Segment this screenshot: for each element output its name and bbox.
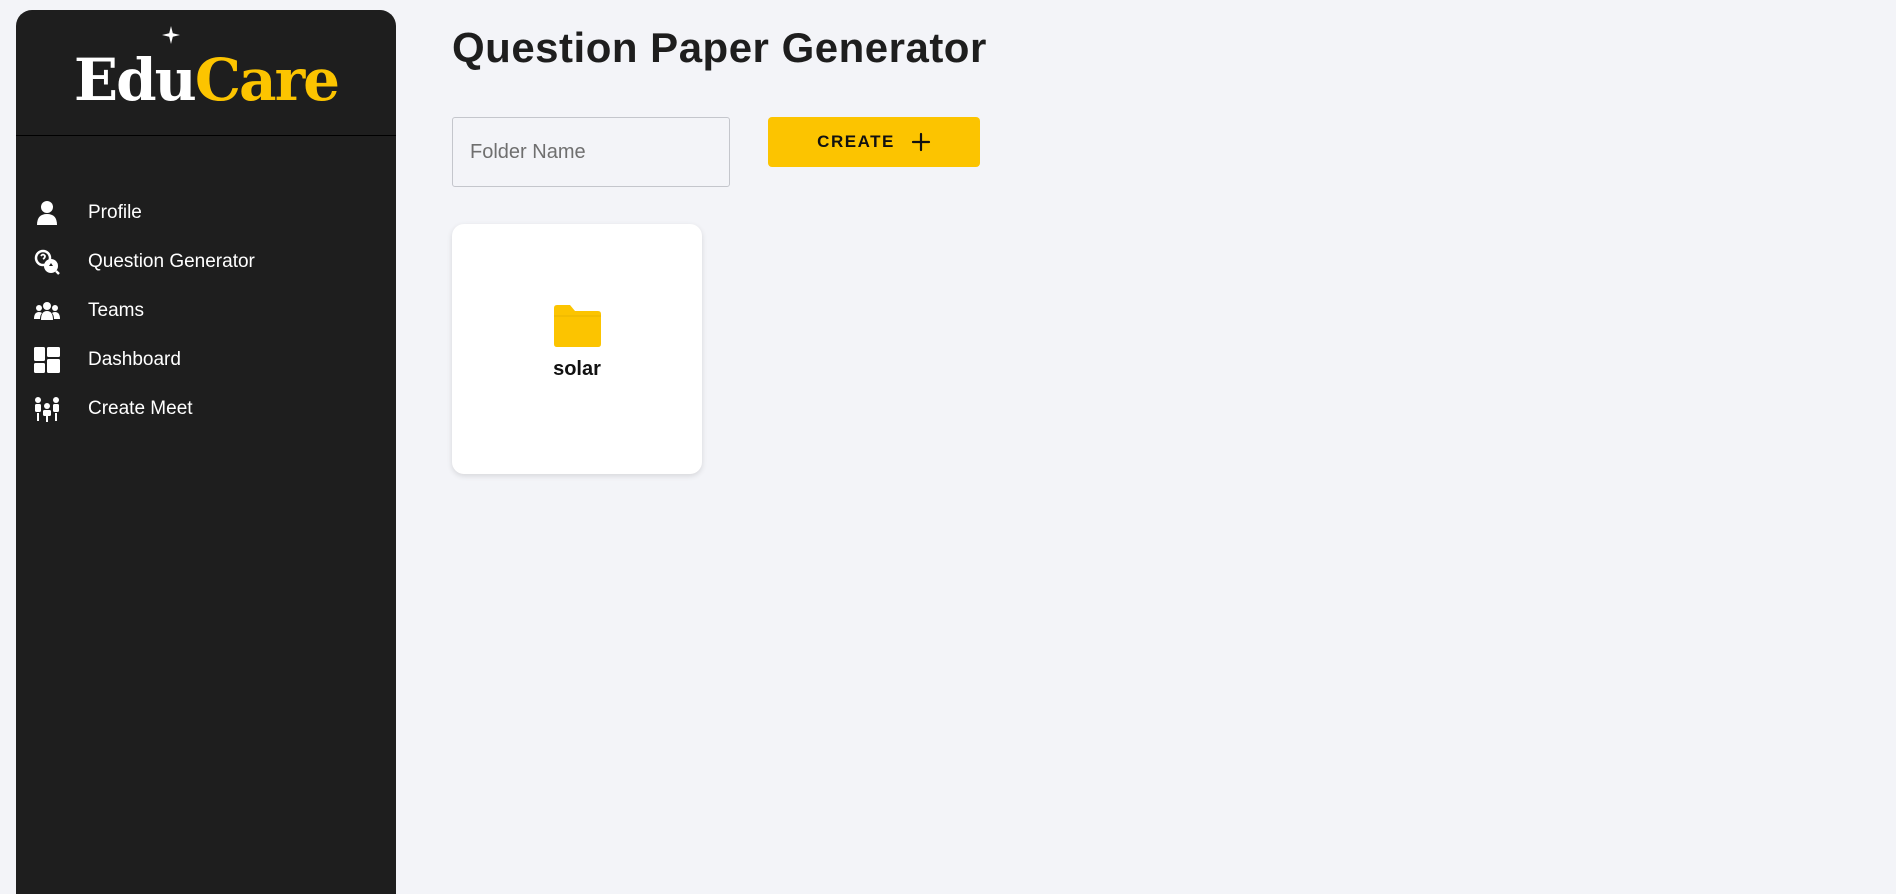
question-generator-icon <box>34 249 60 275</box>
plus-icon <box>911 132 930 152</box>
sidebar-nav: Profile Question Generator Teams Dashboa… <box>16 188 396 433</box>
sidebar-item-label: Question Generator <box>88 250 255 272</box>
sparkle-icon <box>161 25 180 44</box>
folder-name: solar <box>553 358 601 380</box>
sidebar-item-question-generator[interactable]: Question Generator <box>16 237 396 286</box>
create-folder-button[interactable]: CREATE <box>768 117 980 167</box>
logo-care-text: Care <box>194 45 340 114</box>
educare-logo[interactable]: EduCare <box>73 25 340 114</box>
folder-card[interactable]: solar <box>452 224 702 474</box>
dashboard-icon <box>34 346 60 373</box>
app-root: EduCare Profile Question Generator Teams… <box>0 0 1896 894</box>
sidebar-item-dashboard[interactable]: Dashboard <box>16 335 396 384</box>
sidebar-item-label: Dashboard <box>88 348 181 370</box>
sidebar-item-create-meet[interactable]: Create Meet <box>16 384 396 433</box>
meeting-icon <box>34 396 60 422</box>
sidebar-item-label: Profile <box>88 201 142 223</box>
sidebar-item-profile[interactable]: Profile <box>16 188 396 237</box>
logo-area: EduCare <box>16 10 396 136</box>
user-icon <box>34 200 60 226</box>
sidebar-item-teams[interactable]: Teams <box>16 286 396 335</box>
logo-edu-text: Edu <box>73 45 197 114</box>
page-title: Question Paper Generator <box>452 24 987 71</box>
team-icon <box>34 298 60 324</box>
sidebar-item-label: Create Meet <box>88 397 193 419</box>
folder-icon <box>554 305 601 347</box>
sidebar-item-label: Teams <box>88 299 144 321</box>
sidebar: EduCare Profile Question Generator Teams… <box>16 10 396 894</box>
create-button-label: CREATE <box>817 132 895 151</box>
folder-name-input[interactable] <box>452 117 730 187</box>
